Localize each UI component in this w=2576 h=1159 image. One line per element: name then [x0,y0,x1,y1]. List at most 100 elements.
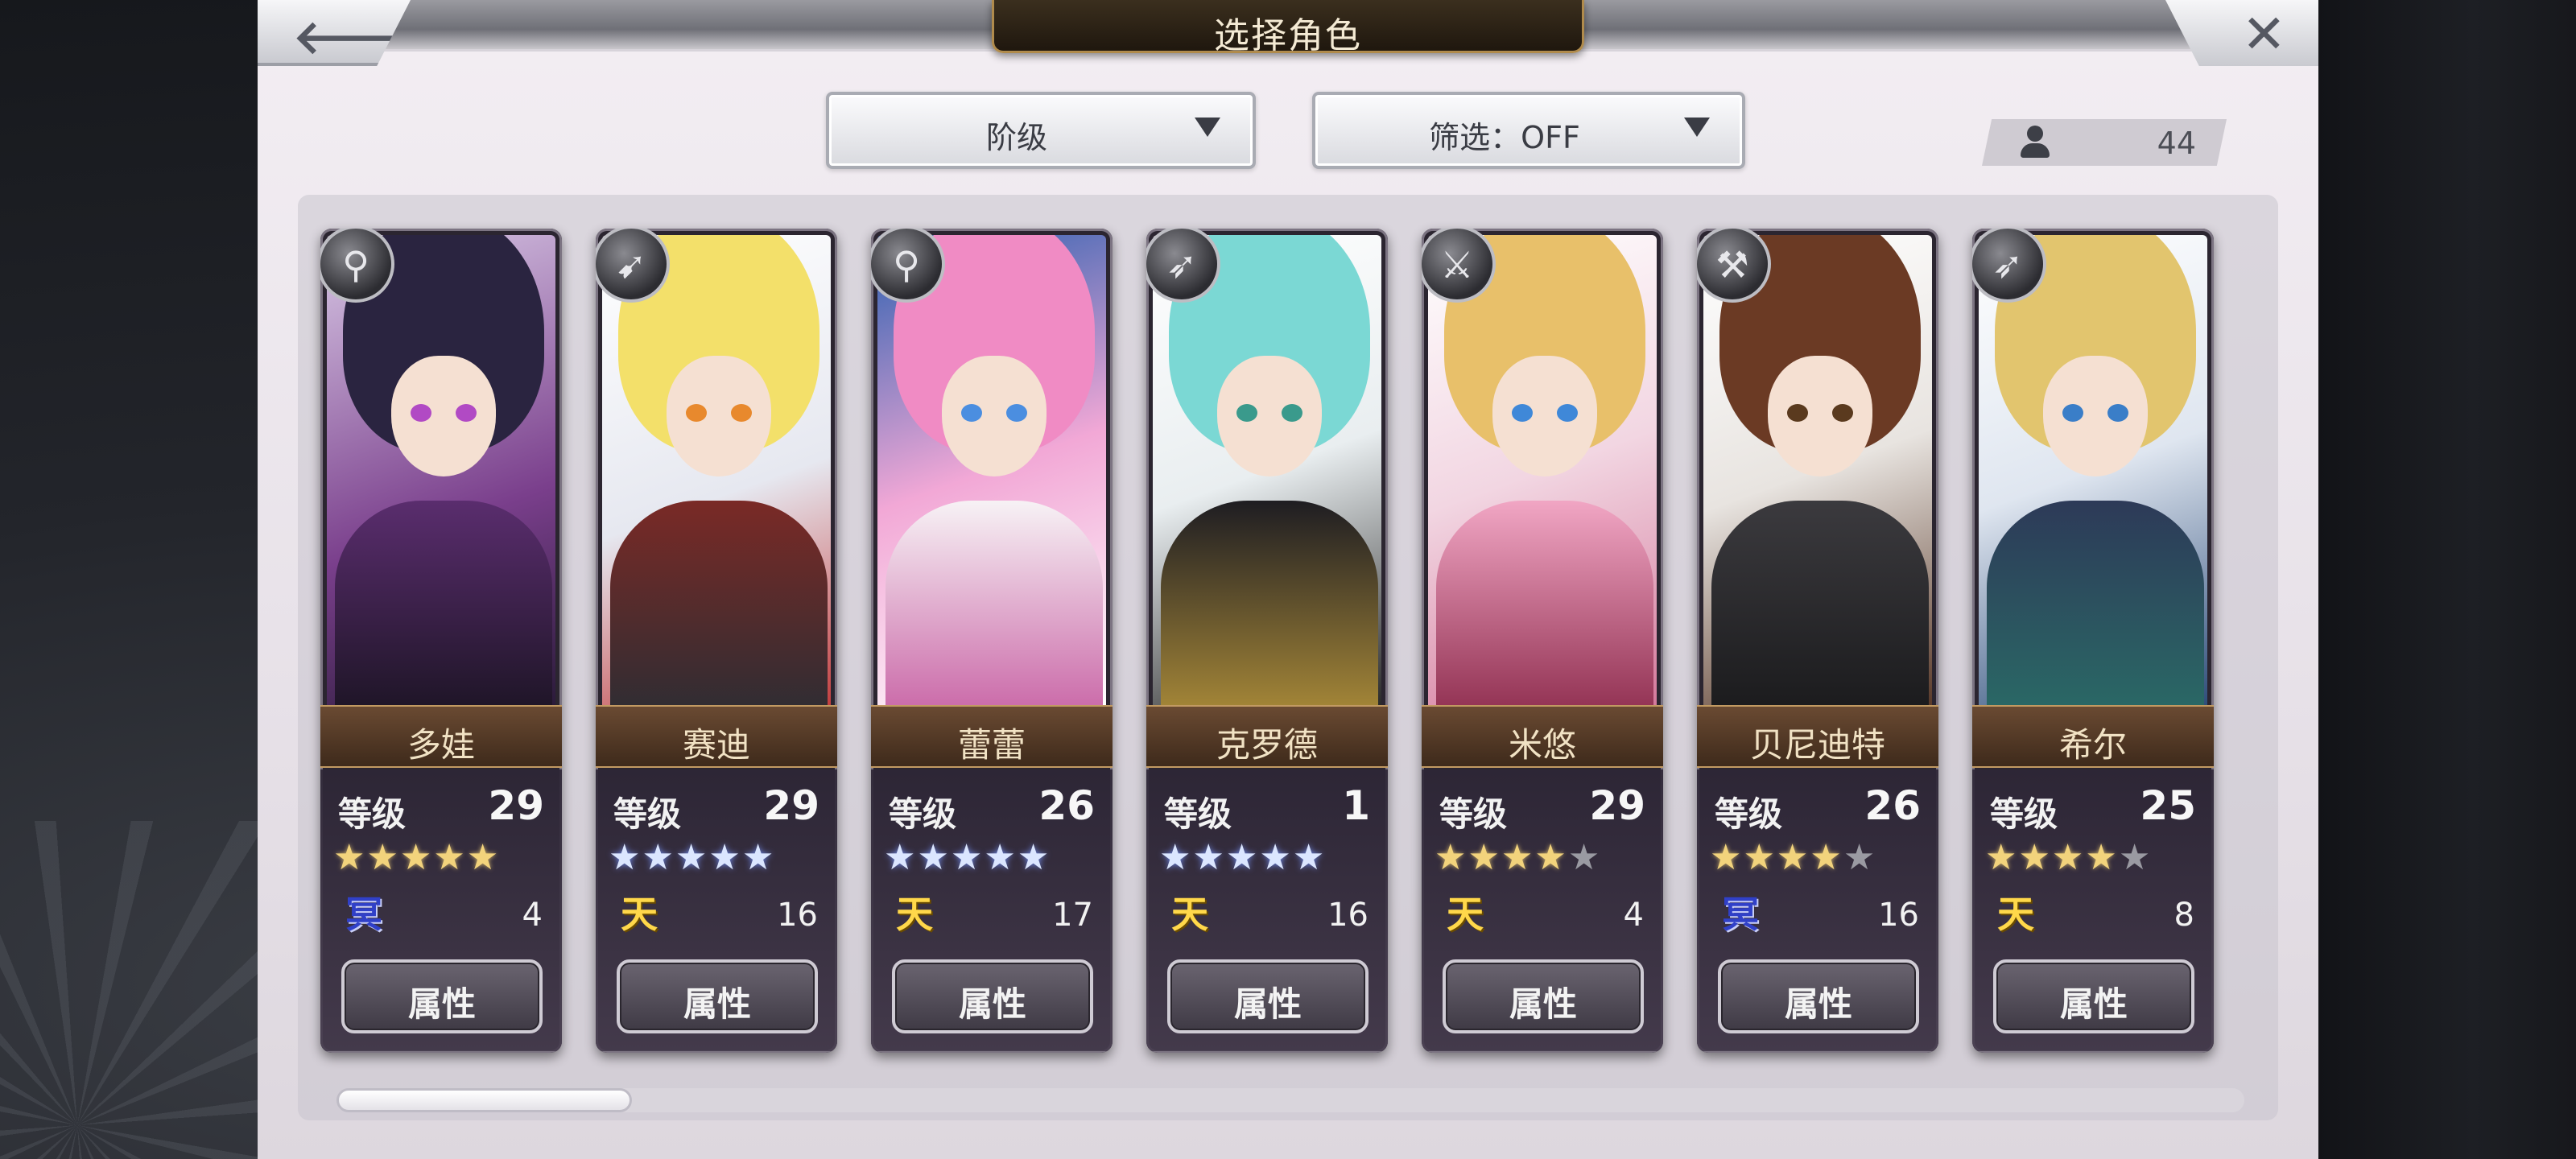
star-icon: ★ [1743,837,1777,878]
rank-value: 17 [1052,897,1093,934]
attributes-button-label: 属性 [407,984,476,1024]
rank-value: 4 [1623,897,1644,934]
horizontal-scrollbar[interactable] [336,1088,2244,1112]
rank-value: 8 [2174,897,2194,934]
attributes-button[interactable]: 属性 [1443,959,1644,1033]
character-name-bar: 贝尼迪特 [1697,705,1938,768]
star-icon: ★ [2018,837,2052,878]
character-name: 米悠 [1508,725,1576,765]
character-name: 多娃 [407,725,475,765]
star-icon: ★ [1776,837,1810,878]
character-portrait [877,235,1106,705]
character-card[interactable]: ➶ 克罗德 等级 1 ★★★★★ 天 16 属性 [1146,229,1388,1053]
rank-icon: 天 [1447,893,1484,936]
star-icon: ★ [642,837,675,878]
rank-icon: 冥 [345,893,382,936]
star-icon: ★ [1567,837,1602,878]
character-portrait [1979,235,2207,705]
chevron-down-icon [1195,118,1220,137]
star-icon: ★ [1843,837,1877,878]
character-stats: 等级 29 ★★★★★ 天 16 属性 [596,769,837,1051]
star-icon: ★ [917,837,951,878]
star-icon: ★ [2085,837,2119,878]
character-name: 赛迪 [682,725,750,765]
level-value: 29 [488,782,544,829]
roster-count-value: 44 [2157,126,2196,161]
character-card[interactable]: ⚒ 贝尼迪特 等级 26 ★★★★★ 冥 16 属性 [1697,229,1938,1053]
level-value: 25 [2140,782,2196,829]
level-label: 等级 [1715,794,1783,834]
star-icon: ★ [1501,837,1535,878]
star-rating: ★★★★★ [884,837,1101,878]
background-right-panel [2318,0,2576,1159]
character-portrait [1428,235,1657,705]
star-icon: ★ [2051,837,2086,878]
star-icon: ★ [741,837,776,878]
star-icon: ★ [1017,837,1051,878]
character-card[interactable]: ⚲ 多娃 等级 29 ★★★★★ 冥 4 属性 [320,229,562,1053]
level-label: 等级 [1164,794,1232,834]
game-screen: 🡐 ✕ 选择角色 阶级 筛选：OFF 44 ⚲ 多娃 等级 29 ★★★★★ 冥… [0,0,2576,1159]
character-card[interactable]: ➶ 希尔 等级 25 ★★★★★ 天 8 属性 [1972,229,2214,1053]
character-card[interactable]: ⚲ 蕾蕾 等级 26 ★★★★★ 天 17 属性 [871,229,1113,1053]
character-card[interactable]: ⚔ 米悠 等级 29 ★★★★★ 天 4 属性 [1422,229,1663,1053]
character-name-bar: 多娃 [320,705,562,768]
level-label: 等级 [889,794,957,834]
level-value: 29 [763,782,819,829]
star-icon: ★ [466,837,501,878]
attributes-button[interactable]: 属性 [1167,959,1368,1033]
level-value: 26 [1038,782,1095,829]
level-value: 1 [1342,782,1370,829]
filter-dropdown[interactable]: 筛选：OFF [1312,92,1745,169]
filter-dropdown-label: 筛选：OFF [1429,120,1580,155]
level-value: 26 [1864,782,1921,829]
close-x-icon: ✕ [2241,3,2286,65]
attributes-button[interactable]: 属性 [1718,959,1919,1033]
chevron-down-icon [1684,118,1710,137]
rank-value: 16 [1878,897,1919,934]
character-card[interactable]: ➹ 赛迪 等级 29 ★★★★★ 天 16 属性 [596,229,837,1053]
attributes-button-label: 属性 [1509,984,1577,1024]
star-icon: ★ [1810,837,1843,878]
attributes-button-label: 属性 [683,984,751,1024]
back-button[interactable]: 🡐 [258,0,411,66]
level-label: 等级 [338,794,407,834]
star-rating: ★★★★★ [1435,837,1652,878]
character-name: 蕾蕾 [957,725,1026,765]
star-icon: ★ [1192,837,1226,878]
scrollbar-thumb[interactable] [336,1088,632,1112]
star-rating: ★★★★★ [609,837,826,878]
sort-dropdown[interactable]: 阶级 [826,92,1256,169]
level-value: 29 [1589,782,1645,829]
character-portrait [327,235,555,705]
character-portrait [1153,235,1381,705]
attributes-button-label: 属性 [1784,984,1852,1024]
character-name: 克罗德 [1216,725,1318,765]
star-icon: ★ [1534,837,1568,878]
star-icon: ★ [333,837,367,878]
attributes-button[interactable]: 属性 [1993,959,2194,1033]
character-stats: 等级 1 ★★★★★ 天 16 属性 [1146,769,1388,1051]
page-title: 选择角色 [1214,15,1362,56]
character-select-window: 🡐 ✕ 选择角色 阶级 筛选：OFF 44 ⚲ 多娃 等级 29 ★★★★★ 冥… [258,0,2318,1159]
character-stats: 等级 26 ★★★★★ 冥 16 属性 [1697,769,1938,1051]
star-icon: ★ [399,837,434,878]
background-ornament [0,821,258,1159]
star-icon: ★ [984,837,1018,878]
attributes-button[interactable]: 属性 [892,959,1093,1033]
star-icon: ★ [1985,837,2019,878]
star-icon: ★ [1259,837,1293,878]
attributes-button-label: 属性 [2059,984,2128,1024]
character-name-bar: 蕾蕾 [871,705,1113,768]
star-rating: ★★★★★ [333,837,551,878]
character-name: 贝尼迪特 [1749,725,1885,765]
rank-icon: 天 [621,893,658,936]
star-icon: ★ [708,837,742,878]
level-label: 等级 [1439,794,1508,834]
attributes-button[interactable]: 属性 [341,959,543,1033]
star-icon: ★ [1159,837,1193,878]
character-name-bar: 米悠 [1422,705,1663,768]
rank-icon: 天 [896,893,933,936]
attributes-button[interactable]: 属性 [617,959,818,1033]
close-button[interactable]: ✕ [2165,0,2318,66]
